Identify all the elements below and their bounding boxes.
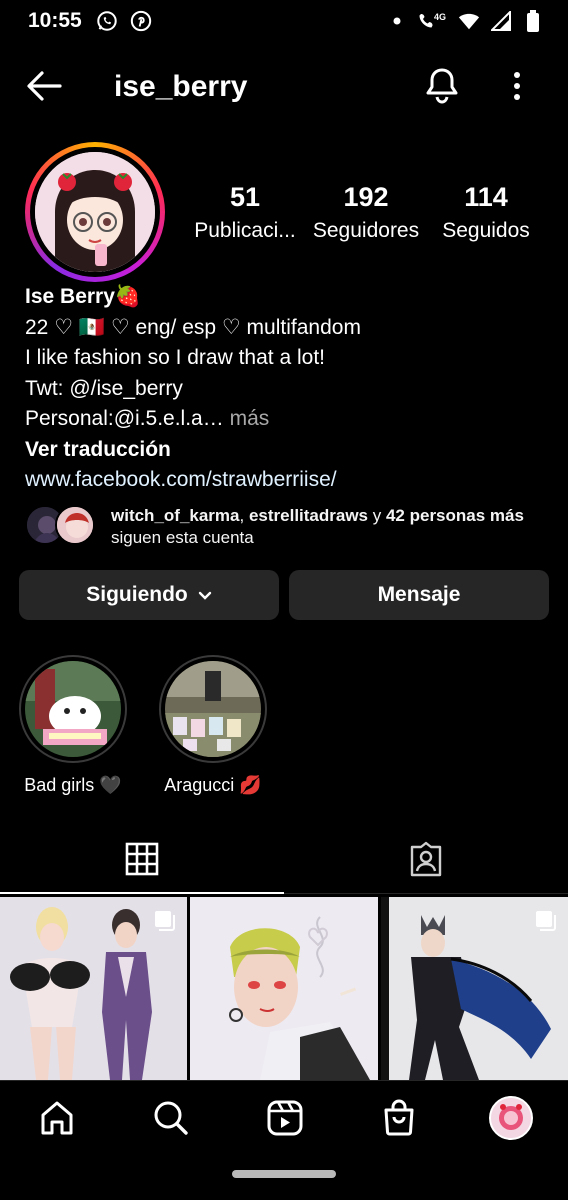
wifi-call-icon: 4G	[418, 10, 448, 32]
status-time: 10:55	[28, 9, 82, 32]
profile-tab-avatar[interactable]	[486, 1093, 536, 1143]
highlight-item[interactable]: Bad girls 🖤	[18, 655, 128, 805]
stat-posts-label: Publicaci...	[194, 219, 296, 242]
bio-truncated-text: Personal:@i.5.e.l.a…	[25, 407, 224, 430]
multiple-posts-icon	[534, 909, 558, 933]
whatsapp-icon	[96, 10, 118, 32]
stat-followers-label: Seguidores	[312, 219, 420, 242]
back-arrow-icon[interactable]	[22, 66, 66, 106]
tab-tagged[interactable]	[284, 830, 568, 894]
home-icon[interactable]	[32, 1093, 82, 1143]
story-highlights: Bad girls 🖤 Aragucci 💋	[18, 655, 268, 805]
stat-following-label: Seguidos	[442, 219, 530, 242]
post-thumbnail[interactable]	[0, 897, 188, 1080]
highlight-cover	[19, 655, 127, 763]
stat-posts-count: 51	[229, 182, 261, 212]
follower-avatar	[55, 505, 95, 545]
profile-display-name: Ise Berry🍓	[25, 285, 142, 308]
message-button-label: Mensaje	[377, 583, 461, 606]
tagged-person-icon	[408, 841, 444, 882]
profile-tabs	[0, 830, 568, 896]
notifications-bell-icon[interactable]	[420, 66, 464, 106]
status-bar: 10:55 4G	[0, 0, 568, 44]
pinterest-icon	[130, 10, 152, 32]
stat-posts[interactable]: 51 Publicaci...	[190, 182, 300, 243]
profile-avatar[interactable]	[25, 142, 165, 282]
avatar-illustration	[35, 152, 155, 272]
network-label: 4G	[434, 12, 446, 22]
followers-suffix: siguen esta cuenta	[111, 528, 254, 547]
message-button[interactable]: Mensaje	[289, 570, 549, 620]
following-button[interactable]: Siguiendo	[19, 570, 279, 620]
search-icon[interactable]	[146, 1093, 196, 1143]
profile-stats: 51 Publicaci... 192 Seguidores 114 Segui…	[190, 182, 540, 243]
profile-action-buttons: Siguiendo Mensaje	[19, 570, 549, 620]
followed-by[interactable]: witch_of_karma, estrellitadraws y 42 per…	[25, 505, 545, 549]
bio-line-truncated: Personal:@i.5.e.l.a… más	[25, 404, 545, 435]
bio-line: 22 ♡ 🇲🇽 ♡ eng/ esp ♡ multifandom	[25, 315, 361, 339]
followers-separator: ,	[239, 506, 249, 525]
highlight-label: Aragucci 💋	[164, 775, 262, 795]
bottom-navigation	[0, 1080, 568, 1152]
status-right-icons: 4G	[386, 10, 544, 32]
posts-grid	[0, 897, 568, 1080]
grid-icon	[125, 842, 159, 881]
more-options-icon[interactable]	[500, 66, 534, 106]
profile-bio: Ise Berry🍓 22 ♡ 🇲🇽 ♡ eng/ esp ♡ multifan…	[25, 282, 545, 496]
chevron-down-icon	[198, 583, 212, 607]
profile-username: ise_berry	[114, 70, 248, 103]
follower-username[interactable]: estrellitadraws	[249, 506, 368, 525]
multiple-posts-icon	[153, 909, 177, 933]
stat-following-count: 114	[464, 182, 508, 212]
more-link[interactable]: más	[224, 407, 270, 430]
highlight-item[interactable]: Aragucci 💋	[158, 655, 268, 805]
highlight-label: Bad girls 🖤	[24, 775, 122, 795]
highlight-cover	[159, 655, 267, 763]
stat-followers-count: 192	[343, 182, 389, 212]
followers-others: 42 personas más	[385, 506, 524, 525]
status-left-icons	[96, 10, 152, 32]
dot-icon	[386, 10, 408, 32]
post-thumbnail[interactable]	[190, 897, 378, 1080]
follower-username[interactable]: witch_of_karma	[111, 506, 240, 525]
website-link[interactable]: www.facebook.com/strawberriise/	[25, 465, 545, 496]
battery-icon	[522, 10, 544, 32]
bio-line[interactable]: Twt: @/ise_berry	[25, 374, 545, 405]
followed-by-text: witch_of_karma, estrellitadraws y 42 per…	[111, 505, 531, 549]
stat-following[interactable]: 114 Seguidos	[432, 182, 540, 243]
top-navigation: ise_berry	[0, 56, 568, 116]
tab-grid[interactable]	[0, 830, 284, 894]
stat-followers[interactable]: 192 Seguidores	[300, 182, 432, 243]
gesture-home-bar[interactable]	[232, 1170, 336, 1178]
signal-icon	[490, 10, 512, 32]
reels-icon[interactable]	[260, 1093, 310, 1143]
wifi-icon	[458, 10, 480, 32]
shop-bag-icon[interactable]	[374, 1093, 424, 1143]
following-button-label: Siguiendo	[86, 583, 188, 606]
translate-link[interactable]: Ver traducción	[25, 435, 545, 466]
post-thumbnail[interactable]	[380, 897, 568, 1080]
bio-line: I like fashion so I draw that a lot!	[25, 346, 325, 369]
followers-conjunction: y	[368, 506, 386, 525]
